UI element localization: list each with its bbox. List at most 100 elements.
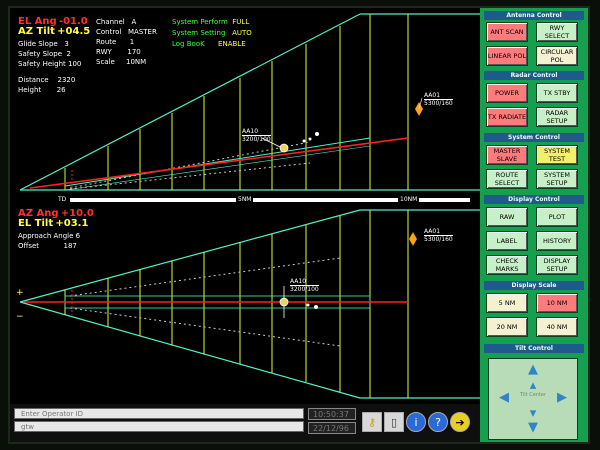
azimuth-cone-lower-line <box>19 301 361 399</box>
safety-height-readout: Safety Height 100 <box>18 59 90 69</box>
system-setup-button[interactable]: SYSTEM SETUP <box>536 169 578 189</box>
track-aa01-label[interactable]: AA01 5300/160 <box>424 92 453 107</box>
system-status-block: System Perform FULL System Setting AUTO … <box>172 17 252 50</box>
radar-display-screen: EL Ang -01.0 AZ Tilt +04.5 Glide Slope 3… <box>10 8 588 442</box>
track-aa10-history-dot-3 <box>315 132 319 136</box>
tilt-right-arrow-icon[interactable]: ▶ <box>555 391 569 405</box>
route-readout: Route 1 <box>96 37 157 47</box>
track-aa10-name: AA10 <box>242 128 259 135</box>
display-setup-button[interactable]: DISPLAY SETUP <box>536 255 578 275</box>
tilt-up-arrow-icon[interactable]: ▲ <box>526 363 540 377</box>
master-slave-button[interactable]: MASTER SLAVE <box>486 145 528 165</box>
elevation-readouts: EL Ang -01.0 AZ Tilt +04.5 Glide Slope 3… <box>18 17 90 95</box>
safety-height-label: Safety Height <box>18 60 66 68</box>
height-label: Height <box>18 86 42 94</box>
track-aa10-az-target[interactable] <box>279 297 289 307</box>
operator-id-field[interactable]: Enter Operator ID <box>14 408 304 419</box>
safety-slope-readout: Safety Slope 2 <box>18 49 90 59</box>
status-bar: Enter Operator ID gtw 10:50:37 22/12/96 … <box>10 404 480 442</box>
glide-slope-label: Glide Slope <box>18 40 58 48</box>
track-aa10-history-dot-1 <box>302 139 306 143</box>
scale-5nm-button[interactable]: 5 NM <box>486 293 528 313</box>
tilt-left-arrow-icon[interactable]: ◀ <box>497 391 511 405</box>
scale-10nm-button[interactable]: 10 NM <box>536 293 578 313</box>
system-control-header: System Control <box>484 133 584 142</box>
secondary-input-field[interactable]: gtw <box>14 421 304 432</box>
track-aa10-data: 3200/100 <box>242 135 271 143</box>
offset-value: 187 <box>63 242 77 250</box>
track-aa10-az-label[interactable]: AA10 3200/100 <box>290 278 319 293</box>
az-tilt-label: AZ Tilt <box>18 26 55 37</box>
elevation-upper-limit-line <box>64 137 371 187</box>
track-aa01-az-target[interactable] <box>409 232 417 246</box>
tx-stby-button[interactable]: TX STBY <box>536 83 578 103</box>
scale-value: 10NM <box>125 58 147 66</box>
tilt-center-button[interactable]: Tilt Center <box>513 392 553 398</box>
range-scale-bar: TD 5NM 10NM <box>10 196 480 205</box>
azimuth-readouts: AZ Ang +10.0 EL Tilt +03.1 Approach Angl… <box>18 209 94 251</box>
label-button[interactable]: LABEL <box>486 231 528 251</box>
system-perform-label: System Perform <box>172 18 228 26</box>
elevation-scope: EL Ang -01.0 AZ Tilt +04.5 Glide Slope 3… <box>10 8 480 194</box>
system-test-button[interactable]: SYSTEM TEST <box>536 145 578 165</box>
track-aa10-label[interactable]: AA10 3200/100 <box>242 128 271 143</box>
track-aa01-az-label[interactable]: AA01 5300/160 <box>424 228 453 243</box>
track-aa01-az-name: AA01 <box>424 228 441 235</box>
safety-slope-label: Safety Slope <box>18 50 63 58</box>
logbook-value: ENABLE <box>218 40 246 48</box>
route-select-button[interactable]: ROUTE SELECT <box>486 169 528 189</box>
tx-radiate-button[interactable]: TX RADIATE <box>486 107 528 127</box>
glide-slope-line <box>29 137 409 189</box>
scale-20nm-button[interactable]: 20 NM <box>486 317 528 337</box>
track-aa10-history-dot-2 <box>308 137 312 141</box>
linear-pol-button[interactable]: LINEAR POL <box>486 46 528 66</box>
track-aa10-az-history-dot-2 <box>314 305 318 309</box>
book-icon[interactable]: ▯ <box>384 412 404 432</box>
control-label: Control <box>96 28 122 36</box>
logbook-readout: Log BooK ENABLE <box>172 39 252 50</box>
track-aa10-target[interactable] <box>279 143 289 153</box>
route-label: Route <box>96 38 117 46</box>
tilt-down-arrow-icon[interactable]: ▼ <box>526 421 540 435</box>
azimuth-scope: AZ Ang +10.0 EL Tilt +03.1 Approach Angl… <box>10 206 480 404</box>
rwy-readout: RWY 170 <box>96 47 157 57</box>
safety-slope-value: 2 <box>66 50 71 58</box>
track-aa10-az-history-dot-1 <box>306 303 310 307</box>
range-5nm-label: 5NM <box>236 196 254 203</box>
distance-readout: Distance 2320 <box>18 75 90 85</box>
range-td-label: TD <box>56 196 69 203</box>
help-icon[interactable]: ? <box>428 412 448 432</box>
plot-button[interactable]: PLOT <box>536 207 578 227</box>
system-perform-value: FULL <box>232 18 250 26</box>
rwy-label: RWY <box>96 48 112 56</box>
radar-setup-button[interactable]: RADAR SETUP <box>536 107 578 127</box>
exit-arrow-icon[interactable]: ➔ <box>450 412 470 432</box>
circular-pol-button[interactable]: CIRCULAR POL <box>536 46 578 66</box>
track-aa10-az-name: AA10 <box>290 278 307 285</box>
key-icon[interactable]: ⚷ <box>362 412 382 432</box>
distance-value: 2320 <box>57 76 76 84</box>
track-aa01-data: 5300/160 <box>424 99 453 107</box>
distance-label: Distance <box>18 76 49 84</box>
history-button[interactable]: HISTORY <box>536 231 578 251</box>
approach-angle-readout: Approach Angle 6 <box>18 231 94 241</box>
raw-button[interactable]: RAW <box>486 207 528 227</box>
track-aa01-name: AA01 <box>424 92 441 99</box>
channel-label: Channel <box>96 18 125 26</box>
ant-scan-button[interactable]: ANT SCAN <box>486 22 528 42</box>
rwy-select-button[interactable]: RWY SELECT <box>536 22 578 42</box>
range-10nm-label: 10NM <box>398 196 420 203</box>
scale-40nm-button[interactable]: 40 NM <box>536 317 578 337</box>
az-tilt-value: +04.5 <box>57 26 91 37</box>
glide-slope-value: 3 <box>64 40 69 48</box>
approach-angle-value: 6 <box>75 232 81 240</box>
tilt-up-small-arrow-icon[interactable]: ▴ <box>526 379 540 393</box>
tilt-down-small-arrow-icon[interactable]: ▾ <box>526 407 540 421</box>
channel-readout: Channel A <box>96 17 157 27</box>
track-aa10-az-data: 3200/100 <box>290 285 319 293</box>
system-info-block: Channel A Control MASTER Route 1 RWY 170… <box>96 17 157 67</box>
approach-angle-label: Approach Angle <box>18 232 74 240</box>
info-icon[interactable]: i <box>406 412 426 432</box>
power-button[interactable]: POWER <box>486 83 528 103</box>
check-marks-button[interactable]: CHECK MARKS <box>486 255 528 275</box>
